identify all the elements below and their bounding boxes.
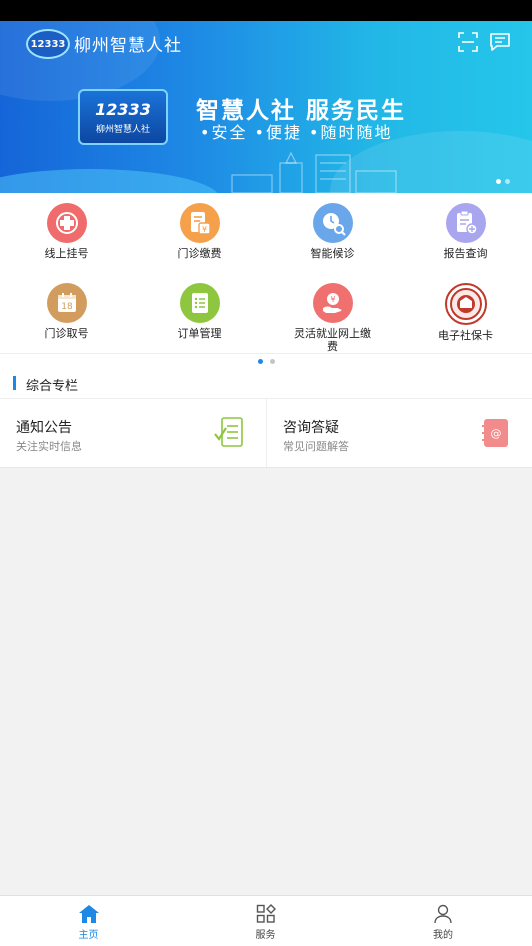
notice-card[interactable]: 通知公告 关注实时信息: [0, 399, 265, 467]
user-icon: [434, 904, 452, 924]
svg-text:¥: ¥: [201, 225, 206, 234]
order-list-icon: [179, 283, 220, 323]
hand-coin-icon: ¥: [312, 283, 353, 323]
status-bar: [0, 0, 532, 21]
service-outpatient-payment[interactable]: ¥ 门诊缴费: [133, 193, 266, 273]
city-skyline-illustration: [231, 151, 397, 193]
scan-icon[interactable]: [458, 32, 478, 52]
tab-services[interactable]: 服务: [177, 896, 354, 946]
banner-subslogan: •安全 •便捷 •随时随地: [200, 123, 393, 142]
service-label: 灵活就业网上缴费: [294, 327, 371, 353]
bottom-tab-bar: 主页 服务 我的: [0, 895, 532, 946]
tab-label: 主页: [78, 930, 99, 941]
card-title: 咨询答疑: [283, 420, 339, 436]
service-flexible-employment-payment[interactable]: ¥ 灵活就业网上缴费: [266, 273, 399, 353]
banner-logo-caption: 柳州智慧人社: [95, 124, 150, 135]
service-smart-waiting[interactable]: 智能候诊: [266, 193, 399, 273]
tab-profile[interactable]: 我的: [354, 896, 532, 946]
banner-pager-dot: [496, 179, 501, 184]
banner-logo-number: 12333: [95, 99, 151, 119]
registration-icon: [46, 203, 87, 243]
consultation-card[interactable]: 咨询答疑 常见问题解答 @: [266, 399, 532, 467]
service-label: 报告查询: [443, 247, 488, 260]
service-label: 智能候诊: [310, 247, 355, 260]
calendar-day: 18: [61, 302, 73, 312]
card-subtitle: 常见问题解答: [283, 440, 349, 453]
home-icon: [78, 905, 99, 923]
banner[interactable]: 12333 柳州智慧人社 12333 柳州智慧人社 智慧人社 服务民生 •安全 …: [0, 21, 532, 193]
service-order-management[interactable]: 订单管理: [133, 273, 266, 353]
service-label: 订单管理: [177, 327, 222, 340]
banner-pager: [496, 179, 510, 184]
section-title: 综合专栏: [26, 379, 79, 394]
message-icon[interactable]: [488, 30, 512, 54]
service-grid: 线上挂号 ¥ 门诊缴费 智能候诊 报告查询 18 门诊取号 订单管理 ¥ 灵活就…: [0, 193, 532, 353]
notice-document-icon: [214, 417, 243, 447]
service-outpatient-ticket[interactable]: 18 门诊取号: [0, 273, 133, 353]
feature-cards: 通知公告 关注实时信息 咨询答疑 常见问题解答 @: [0, 399, 532, 468]
service-label: 电子社保卡: [438, 329, 493, 342]
tab-label: 我的: [433, 930, 453, 941]
service-e-social-security-card[interactable]: 电子社保卡: [399, 273, 532, 353]
svg-text:¥: ¥: [330, 295, 335, 304]
tab-label: 服务: [255, 930, 276, 941]
card-subtitle: 关注实时信息: [16, 440, 82, 453]
banner-wave: [0, 169, 220, 193]
app-title: 柳州智慧人社: [74, 36, 182, 56]
contact-book-icon: @: [482, 419, 508, 447]
grid-icon: [256, 904, 276, 923]
section-header: 综合专栏: [0, 368, 532, 399]
service-label: 门诊缴费: [177, 247, 222, 260]
payment-bill-icon: ¥: [179, 203, 220, 243]
section-accent-bar: [13, 376, 16, 390]
grid-pager-dot[interactable]: [269, 358, 275, 364]
svg-text:@: @: [491, 427, 502, 440]
card-title: 通知公告: [16, 420, 72, 436]
report-icon: [445, 203, 486, 243]
service-label: 线上挂号: [44, 247, 89, 260]
social-security-badge-icon: [444, 283, 487, 325]
banner-logo: 12333 柳州智慧人社: [78, 89, 168, 145]
waiting-clock-icon: [312, 203, 353, 243]
service-label: 门诊取号: [44, 327, 89, 340]
grid-pager: [0, 353, 532, 368]
tab-home[interactable]: 主页: [0, 896, 177, 946]
service-online-registration[interactable]: 线上挂号: [0, 193, 133, 273]
app-logo: 12333: [26, 29, 70, 59]
service-report-query[interactable]: 报告查询: [399, 193, 532, 273]
grid-pager-dot[interactable]: [257, 358, 263, 364]
banner-pager-dot: [505, 179, 510, 184]
calendar-icon: 18: [46, 283, 87, 323]
